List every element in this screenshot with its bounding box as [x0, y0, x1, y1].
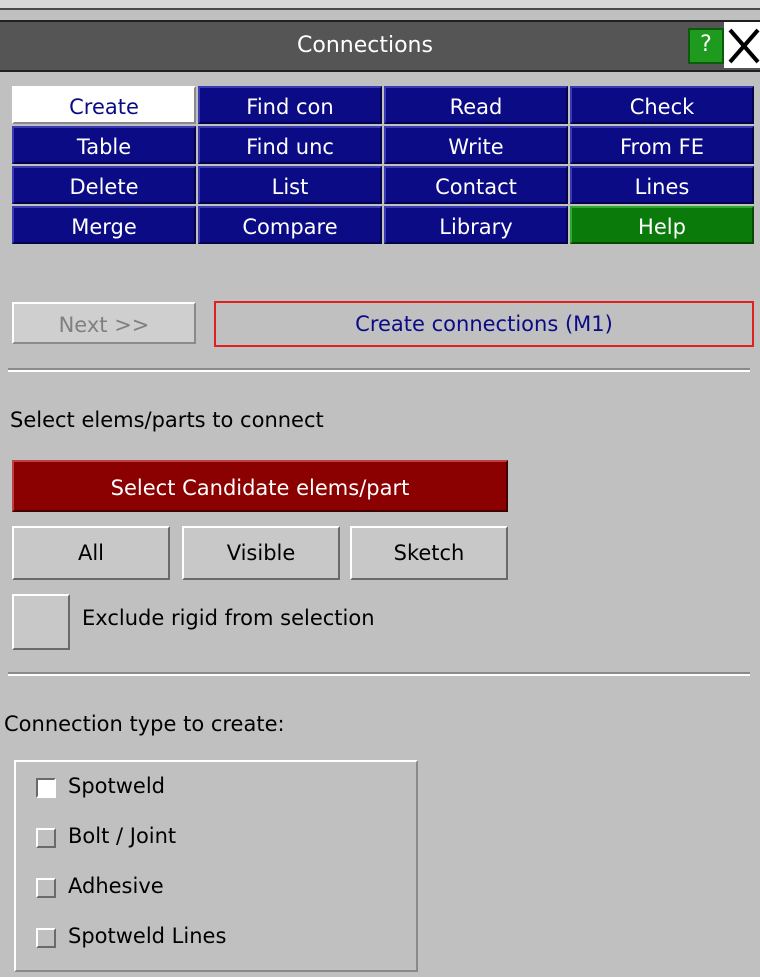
menu-from-fe-button[interactable]: From FE — [570, 126, 754, 164]
menu-find-con-button[interactable]: Find con — [198, 86, 382, 124]
adhesive-checkbox[interactable] — [36, 878, 56, 898]
sketch-button[interactable]: Sketch — [350, 526, 508, 580]
window-top-strip — [0, 0, 760, 10]
section-divider — [8, 368, 750, 372]
menu-delete-button[interactable]: Delete — [12, 166, 196, 204]
window-title: Connections — [297, 33, 433, 58]
menu-lines-button[interactable]: Lines — [570, 166, 754, 204]
menu-merge-button[interactable]: Merge — [12, 206, 196, 244]
connections-panel: Connections ? Create Find con Read Check… — [0, 0, 760, 977]
connection-type-group: Spotweld Bolt / Joint Adhesive Spotweld … — [14, 760, 418, 972]
select-candidate-button[interactable]: Select Candidate elems/part — [12, 460, 508, 512]
section-divider — [8, 672, 750, 676]
menu-table-button[interactable]: Table — [12, 126, 196, 164]
option-label: Spotweld Lines — [68, 924, 227, 948]
menu-find-unc-button[interactable]: Find unc — [198, 126, 382, 164]
option-adhesive[interactable]: Adhesive — [16, 868, 416, 908]
option-label: Spotweld — [68, 774, 166, 798]
option-label: Adhesive — [68, 874, 164, 898]
menu-create-button[interactable]: Create — [12, 86, 196, 124]
option-bolt-joint[interactable]: Bolt / Joint — [16, 818, 416, 858]
spotweld-lines-checkbox[interactable] — [36, 928, 56, 948]
help-icon[interactable]: ? — [688, 28, 724, 64]
exclude-rigid-toggle[interactable] — [12, 594, 70, 650]
select-heading: Select elems/parts to connect — [10, 408, 324, 432]
title-bar[interactable]: Connections ? — [0, 20, 760, 72]
all-button[interactable]: All — [12, 526, 170, 580]
menu-read-button[interactable]: Read — [384, 86, 568, 124]
menu-compare-button[interactable]: Compare — [198, 206, 382, 244]
connection-type-heading: Connection type to create: — [4, 712, 285, 736]
close-icon[interactable] — [724, 22, 760, 68]
create-connections-button[interactable]: Create connections (M1) — [214, 301, 754, 347]
exclude-rigid-label: Exclude rigid from selection — [82, 606, 375, 630]
option-label: Bolt / Joint — [68, 824, 177, 848]
menu-library-button[interactable]: Library — [384, 206, 568, 244]
menu-write-button[interactable]: Write — [384, 126, 568, 164]
visible-button[interactable]: Visible — [182, 526, 340, 580]
menu-help-button[interactable]: Help — [570, 206, 754, 244]
menu-check-button[interactable]: Check — [570, 86, 754, 124]
spotweld-checkbox[interactable] — [36, 778, 56, 798]
option-spotweld-lines[interactable]: Spotweld Lines — [16, 918, 416, 958]
menu-contact-button[interactable]: Contact — [384, 166, 568, 204]
bolt-joint-checkbox[interactable] — [36, 828, 56, 848]
next-button[interactable]: Next >> — [12, 302, 196, 344]
option-spotweld[interactable]: Spotweld — [16, 768, 416, 808]
menu-list-button[interactable]: List — [198, 166, 382, 204]
